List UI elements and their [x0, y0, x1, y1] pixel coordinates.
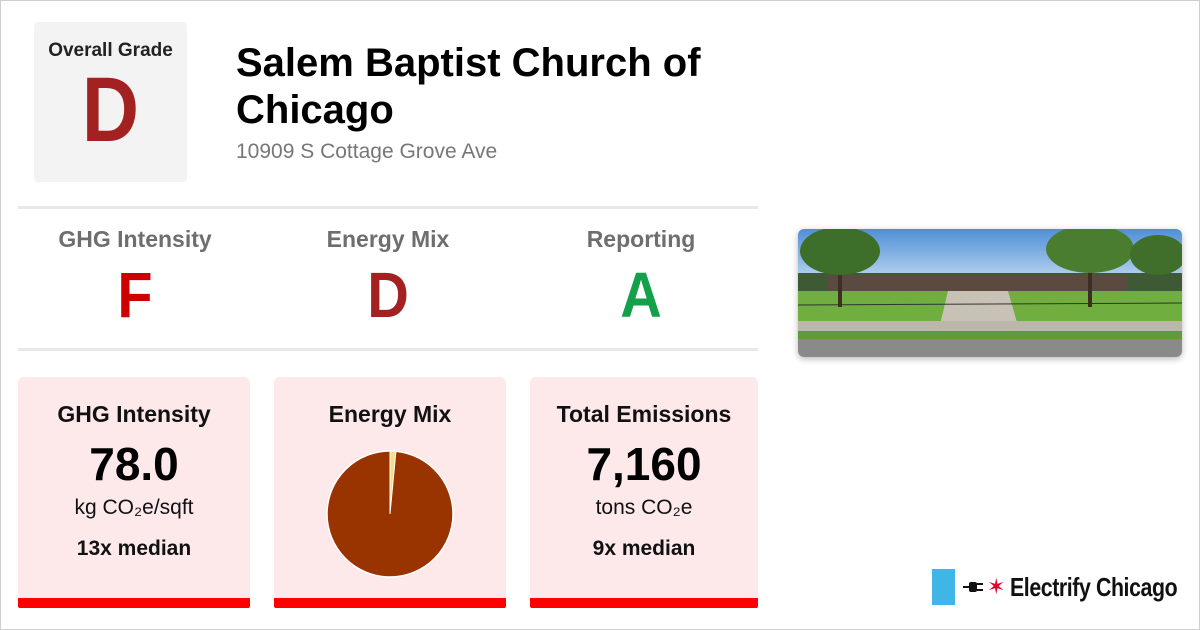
electrify-chicago-logo[interactable]: ✶ Electrify Chicago — [932, 569, 1200, 605]
card-title: GHG Intensity — [57, 401, 211, 427]
grade-label: GHG Intensity — [58, 226, 212, 252]
brand-name: Electrify Chicago — [1010, 571, 1178, 602]
building-name: Salem Baptist Church of Chicago — [236, 41, 701, 132]
overall-grade-box: Overall Grade D — [34, 22, 187, 182]
card-median: 9x median — [592, 537, 696, 560]
chicago-flag-icon — [932, 569, 955, 605]
building-photo — [798, 229, 1182, 357]
grade-value: A — [620, 259, 662, 331]
star-icon: ✶ — [987, 574, 1006, 599]
energy-mix-pie — [326, 450, 454, 578]
divider — [18, 348, 758, 351]
grade-value: F — [117, 259, 153, 331]
card-median: 13x median — [76, 537, 192, 560]
divider — [18, 206, 758, 209]
card-value: 7,160 — [586, 438, 702, 490]
card-unit: tons CO₂e — [595, 496, 693, 519]
card-total-emissions: Total Emissions 7,160 tons CO₂e 9x media… — [530, 377, 758, 608]
grade-label: Energy Mix — [326, 226, 450, 252]
card-energy-mix: Energy Mix — [274, 377, 506, 608]
grade-label: Reporting — [586, 226, 696, 252]
card-value: 78.0 — [89, 438, 179, 490]
grade-reporting: Reporting A — [521, 226, 761, 327]
grade-ghg-intensity: GHG Intensity F — [15, 226, 255, 327]
grade-value: D — [367, 259, 409, 331]
plug-icon — [963, 582, 983, 592]
card-ghg-intensity: GHG Intensity 78.0 kg CO₂e/sqft 13x medi… — [18, 377, 250, 608]
card-unit: kg CO₂e/sqft — [74, 496, 194, 519]
building-address: 10909 S Cottage Grove Ave — [236, 140, 498, 163]
grade-energy-mix: Energy Mix D — [268, 226, 508, 327]
overall-grade-value: D — [81, 59, 140, 161]
card-title: Energy Mix — [328, 401, 452, 427]
card-title: Total Emissions — [556, 401, 732, 427]
